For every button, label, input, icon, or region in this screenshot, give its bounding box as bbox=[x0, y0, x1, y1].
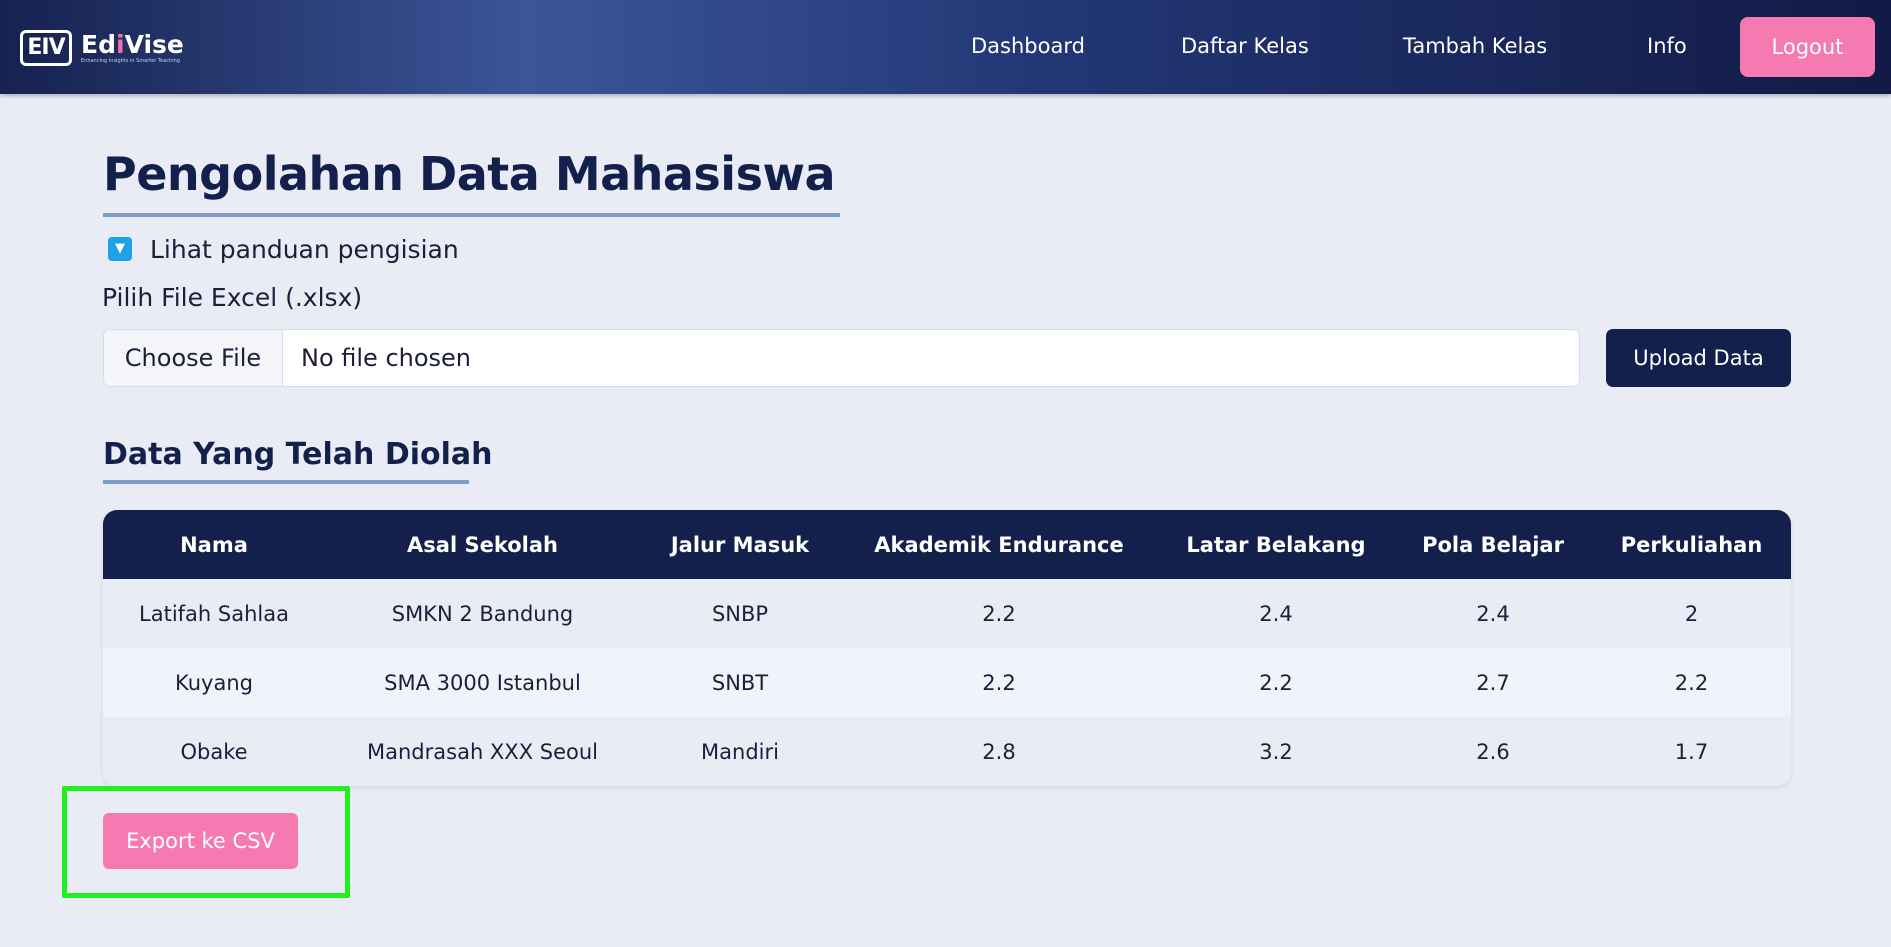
upload-data-button[interactable]: Upload Data bbox=[1606, 329, 1791, 387]
table-cell: 2.6 bbox=[1394, 717, 1592, 786]
table-cell: 2.2 bbox=[1158, 648, 1394, 717]
table-cell: 2.8 bbox=[840, 717, 1158, 786]
table-cell: 2.7 bbox=[1394, 648, 1592, 717]
table-cell: SMKN 2 Bandung bbox=[325, 579, 640, 648]
brand-tagline: Enhancing Insights in Smarter Teaching bbox=[81, 58, 180, 64]
table-cell: SMA 3000 Istanbul bbox=[325, 648, 640, 717]
nav-tambah-kelas[interactable]: Tambah Kelas bbox=[1403, 34, 1547, 58]
table-cell: Kuyang bbox=[103, 648, 325, 717]
table-cell: 2.2 bbox=[840, 648, 1158, 717]
guide-label[interactable]: Lihat panduan pengisian bbox=[150, 235, 459, 264]
brand-name-accent: i bbox=[115, 30, 125, 59]
table-cell: Mandrasah XXX Seoul bbox=[325, 717, 640, 786]
brand-mark-icon: EIV bbox=[20, 30, 72, 66]
column-header-pola-belajar[interactable]: Pola Belajar bbox=[1394, 510, 1592, 579]
navbar: EIV EdiVise Enhancing Insights in Smarte… bbox=[0, 0, 1891, 94]
brand-logo[interactable]: EIV EdiVise Enhancing Insights in Smarte… bbox=[20, 26, 184, 70]
column-header-latar-belakang[interactable]: Latar Belakang bbox=[1158, 510, 1394, 579]
choose-file-button[interactable]: Choose File bbox=[104, 330, 283, 386]
dropdown-toggle-icon[interactable]: ▼ bbox=[108, 237, 132, 261]
table-row: Latifah Sahlaa SMKN 2 Bandung SNBP 2.2 2… bbox=[103, 579, 1791, 648]
nav-dashboard[interactable]: Dashboard bbox=[971, 34, 1085, 58]
table-cell: 2.2 bbox=[1592, 648, 1791, 717]
processed-data-table: Nama Asal Sekolah Jalur Masuk Akademik E… bbox=[103, 510, 1791, 786]
title-underline bbox=[103, 213, 840, 217]
highlight-annotation-box bbox=[62, 786, 350, 898]
guide-toggle[interactable]: ▼ Lihat panduan pengisian bbox=[108, 234, 459, 264]
column-header-akademik-endurance[interactable]: Akademik Endurance bbox=[840, 510, 1158, 579]
column-header-jalur-masuk[interactable]: Jalur Masuk bbox=[640, 510, 840, 579]
brand-name-start: Ed bbox=[81, 30, 116, 59]
brand-name-end: Vise bbox=[124, 30, 184, 59]
table-cell: Obake bbox=[103, 717, 325, 786]
table-cell: SNBT bbox=[640, 648, 840, 717]
file-input-label: Pilih File Excel (.xlsx) bbox=[102, 283, 363, 312]
table-row: Kuyang SMA 3000 Istanbul SNBT 2.2 2.2 2.… bbox=[103, 648, 1791, 717]
section-title: Data Yang Telah Diolah bbox=[103, 437, 493, 472]
column-header-nama[interactable]: Nama bbox=[103, 510, 325, 579]
nav-info[interactable]: Info bbox=[1647, 34, 1687, 58]
table-header-row: Nama Asal Sekolah Jalur Masuk Akademik E… bbox=[103, 510, 1791, 579]
section-underline bbox=[103, 480, 469, 484]
column-header-perkuliahan[interactable]: Perkuliahan bbox=[1592, 510, 1791, 579]
table-cell: 3.2 bbox=[1158, 717, 1394, 786]
file-status-text: No file chosen bbox=[301, 344, 472, 372]
table-cell: 2 bbox=[1592, 579, 1791, 648]
table-cell: SNBP bbox=[640, 579, 840, 648]
table-cell: Mandiri bbox=[640, 717, 840, 786]
logout-button[interactable]: Logout bbox=[1740, 17, 1875, 77]
table-cell: Latifah Sahlaa bbox=[103, 579, 325, 648]
column-header-asal-sekolah[interactable]: Asal Sekolah bbox=[325, 510, 640, 579]
page-title: Pengolahan Data Mahasiswa bbox=[103, 147, 836, 201]
table-cell: 2.2 bbox=[840, 579, 1158, 648]
brand-text: EdiVise Enhancing Insights in Smarter Te… bbox=[81, 32, 184, 65]
brand-name: EdiVise bbox=[81, 32, 184, 58]
file-input[interactable]: Choose File No file chosen bbox=[103, 329, 1580, 387]
table-cell: 1.7 bbox=[1592, 717, 1791, 786]
table-cell: 2.4 bbox=[1158, 579, 1394, 648]
table-row: Obake Mandrasah XXX Seoul Mandiri 2.8 3.… bbox=[103, 717, 1791, 786]
table-cell: 2.4 bbox=[1394, 579, 1592, 648]
nav-daftar-kelas[interactable]: Daftar Kelas bbox=[1181, 34, 1309, 58]
